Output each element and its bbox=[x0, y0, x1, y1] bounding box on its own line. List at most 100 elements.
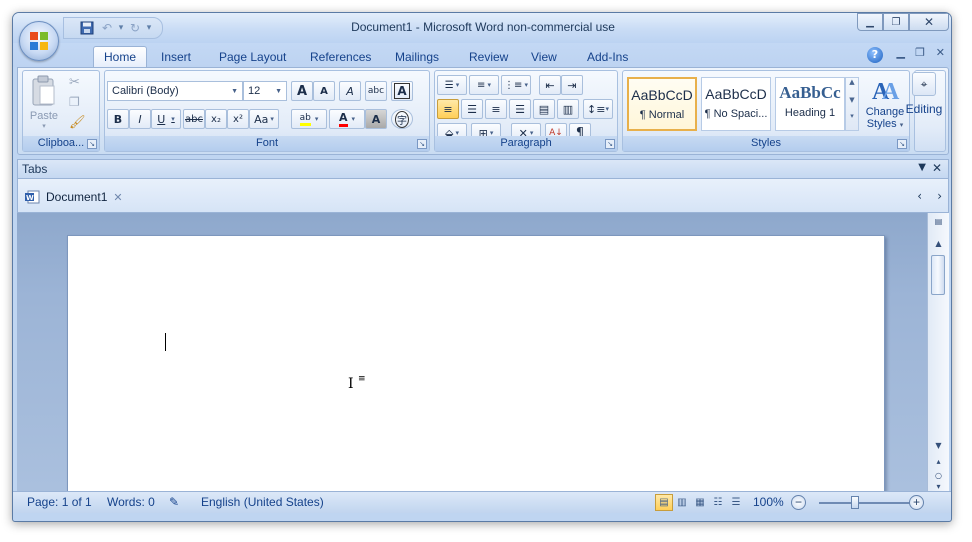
clear-formatting-button[interactable]: A bbox=[339, 81, 361, 101]
web-layout-icon[interactable]: ▦ bbox=[691, 494, 709, 511]
styles-up-icon[interactable]: ▲ bbox=[846, 78, 858, 86]
character-border-button[interactable]: A bbox=[391, 81, 413, 101]
scroll-thumb[interactable] bbox=[931, 255, 945, 295]
format-painter-icon[interactable]: 🖌 bbox=[69, 115, 86, 130]
distributed-button[interactable]: ▤ bbox=[533, 99, 555, 119]
font-size-dropdown-icon[interactable]: ▼ bbox=[275, 88, 282, 95]
scroll-up-icon[interactable]: ▲ bbox=[931, 237, 946, 251]
grow-font-button[interactable]: A bbox=[291, 81, 313, 101]
close-button[interactable]: ✕ bbox=[909, 13, 949, 31]
font-launcher-icon[interactable]: ↘ bbox=[417, 139, 427, 149]
cut-icon[interactable]: ✂ bbox=[69, 75, 80, 90]
undo-dropdown-icon[interactable]: ▾ bbox=[118, 23, 124, 33]
italic-button[interactable]: I bbox=[129, 109, 151, 129]
zoom-level[interactable]: 100% bbox=[753, 495, 784, 509]
shrink-font-button[interactable]: A bbox=[313, 81, 335, 101]
restore-button[interactable]: ❐ bbox=[883, 13, 909, 31]
increase-indent-button[interactable]: ⇥ bbox=[561, 75, 583, 95]
redo-icon[interactable]: ↻ bbox=[126, 19, 144, 37]
customize-qat-icon[interactable]: ▾ bbox=[146, 23, 152, 33]
paragraph-launcher-icon[interactable]: ↘ bbox=[605, 139, 615, 149]
minimize-button[interactable]: ▁ bbox=[857, 13, 883, 31]
multilevel-list-button[interactable]: ⋮≡ ▾ bbox=[501, 75, 531, 95]
tab-page-layout[interactable]: Page Layout bbox=[209, 46, 296, 67]
multilevel-dropdown-icon[interactable]: ▾ bbox=[524, 81, 528, 89]
word-count[interactable]: Words: 0 bbox=[107, 495, 155, 509]
clipboard-launcher-icon[interactable]: ↘ bbox=[87, 139, 97, 149]
tabs-pane-menu-icon[interactable]: ▼ bbox=[918, 162, 926, 173]
style-heading-1[interactable]: AaBbCc Heading 1 bbox=[775, 77, 845, 131]
decrease-indent-button[interactable]: ⇤ bbox=[539, 75, 561, 95]
tabs-scroll-right-icon[interactable]: › bbox=[937, 189, 942, 203]
phonetic-guide-button[interactable]: abc bbox=[365, 81, 387, 101]
select-browse-object-icon[interactable]: ○ bbox=[931, 469, 946, 483]
undo-icon[interactable]: ↶ bbox=[98, 19, 116, 37]
underline-dropdown-icon[interactable]: ▾ bbox=[171, 115, 175, 123]
tabs-scroll-left-icon[interactable]: ‹ bbox=[917, 189, 922, 203]
font-color-button[interactable]: A ▾ bbox=[329, 109, 365, 129]
bullets-button[interactable]: ☰ ▾ bbox=[437, 75, 467, 95]
line-spacing-dropdown-icon[interactable]: ▾ bbox=[605, 105, 609, 113]
styles-more-icon[interactable]: ▾ bbox=[846, 112, 858, 120]
draft-view-icon[interactable]: ☰ bbox=[727, 494, 745, 511]
save-icon[interactable] bbox=[78, 19, 96, 37]
align-left-button[interactable]: ≡ bbox=[437, 99, 459, 119]
tab-home[interactable]: Home bbox=[93, 46, 148, 67]
document-page[interactable]: I ≡ bbox=[67, 235, 885, 505]
tab-review[interactable]: Review bbox=[459, 46, 518, 67]
style-no-spacing[interactable]: AaBbCcD ¶ No Spaci... bbox=[701, 77, 771, 131]
zoom-in-button[interactable]: + bbox=[909, 495, 924, 510]
tab-mailings[interactable]: Mailings bbox=[385, 46, 449, 67]
numbering-dropdown-icon[interactable]: ▾ bbox=[487, 81, 491, 89]
document-tab[interactable]: W Document1 ✕ bbox=[24, 187, 123, 207]
align-right-button[interactable]: ≡ bbox=[485, 99, 507, 119]
vertical-scrollbar[interactable]: ▤ ▲ ▼ ▴ ○ ▾ bbox=[927, 213, 949, 491]
editing-button[interactable]: ⌖ Editing bbox=[898, 72, 950, 116]
proofing-icon[interactable]: ✎ bbox=[169, 495, 179, 509]
font-name-dropdown-icon[interactable]: ▼ bbox=[231, 88, 238, 95]
style-normal[interactable]: AaBbCcD ¶ Normal bbox=[627, 77, 697, 131]
bullets-dropdown-icon[interactable]: ▾ bbox=[456, 81, 460, 89]
document-tab-close-icon[interactable]: ✕ bbox=[113, 191, 122, 204]
highlight-dropdown-icon[interactable]: ▾ bbox=[315, 115, 319, 123]
doc-minimize-icon[interactable]: ▁ bbox=[897, 46, 905, 59]
tabs-pane-close-icon[interactable]: ✕ bbox=[932, 161, 942, 175]
outline-view-icon[interactable]: ☷ bbox=[709, 494, 727, 511]
styles-launcher-icon[interactable]: ↘ bbox=[897, 139, 907, 149]
doc-restore-icon[interactable]: ❐ bbox=[915, 46, 925, 59]
next-page-icon[interactable]: ▾ bbox=[931, 483, 946, 491]
full-screen-reading-icon[interactable]: ▥ bbox=[673, 494, 691, 511]
font-color-dropdown-icon[interactable]: ▾ bbox=[352, 115, 356, 123]
align-center-button[interactable]: ☰ bbox=[461, 99, 483, 119]
line-spacing-button[interactable]: ↕≡ ▾ bbox=[583, 99, 613, 119]
strikethrough-button[interactable]: abc bbox=[183, 109, 205, 129]
zoom-slider-thumb[interactable] bbox=[851, 496, 859, 509]
bold-button[interactable]: B bbox=[107, 109, 129, 129]
zoom-slider-track[interactable] bbox=[819, 502, 915, 504]
copy-icon[interactable]: ❐ bbox=[69, 95, 80, 109]
page-count[interactable]: Page: 1 of 1 bbox=[27, 495, 92, 509]
view-ruler-icon[interactable]: ▤ bbox=[931, 215, 946, 229]
change-case-button[interactable]: Aa ▾ bbox=[249, 109, 279, 129]
tab-add-ins[interactable]: Add-Ins bbox=[577, 46, 638, 67]
styles-down-icon[interactable]: ▼ bbox=[846, 96, 858, 104]
enclose-characters-button[interactable]: 字 bbox=[391, 109, 413, 129]
paste-button[interactable]: Paste ▾ bbox=[27, 75, 61, 135]
character-shading-button[interactable]: A bbox=[365, 109, 387, 129]
previous-page-icon[interactable]: ▴ bbox=[931, 455, 946, 469]
scroll-down-icon[interactable]: ▼ bbox=[931, 439, 946, 453]
subscript-button[interactable]: x₂ bbox=[205, 109, 227, 129]
zoom-out-button[interactable]: − bbox=[791, 495, 806, 510]
columns-button[interactable]: ▥ bbox=[557, 99, 579, 119]
font-name-combo[interactable]: Calibri (Body) ▼ bbox=[107, 81, 243, 101]
office-button[interactable] bbox=[19, 21, 59, 61]
tab-view[interactable]: View bbox=[521, 46, 567, 67]
print-layout-icon[interactable]: ▤ bbox=[655, 494, 673, 511]
underline-button[interactable]: U ▾ bbox=[151, 109, 181, 129]
tab-references[interactable]: References bbox=[300, 46, 381, 67]
tab-insert[interactable]: Insert bbox=[151, 46, 201, 67]
styles-gallery-scroll[interactable]: ▲ ▼ ▾ bbox=[845, 77, 859, 131]
help-icon[interactable]: ? bbox=[867, 47, 883, 63]
superscript-button[interactable]: x² bbox=[227, 109, 249, 129]
justify-button[interactable]: ☰ bbox=[509, 99, 531, 119]
